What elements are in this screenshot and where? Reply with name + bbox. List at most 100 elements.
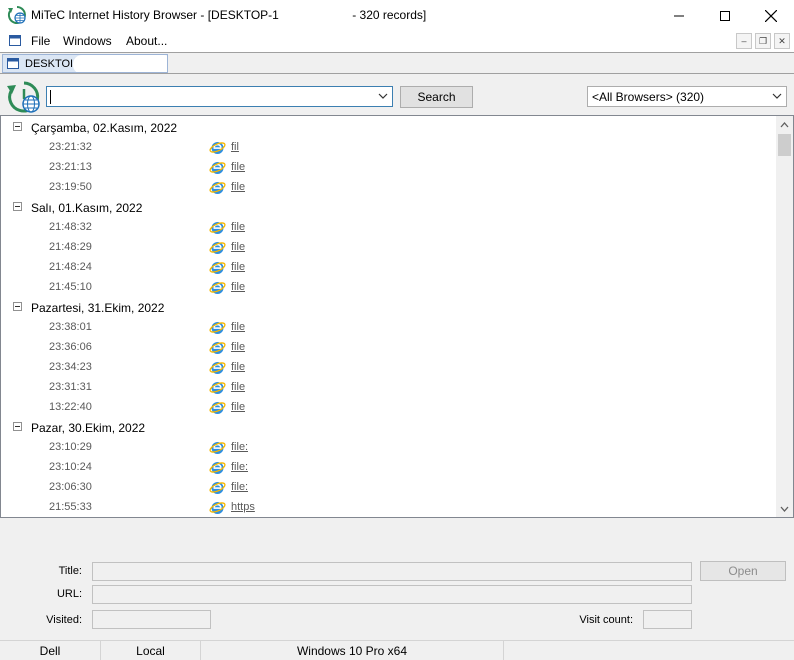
entry-url-link[interactable]: https [231,501,255,513]
entry-url-link[interactable]: file [231,381,245,393]
browser-filter-select[interactable]: <All Browsers> (320) [587,86,787,107]
internet-explorer-icon [209,482,226,494]
mdi-minimize-button[interactable]: ‒ [736,33,752,49]
entry-url-link[interactable]: file [231,401,245,413]
history-entry-row[interactable]: 13:22:40 file [1,397,773,417]
collapse-toggle[interactable] [13,422,22,431]
history-entry-row[interactable]: 23:21:13 file [1,157,773,177]
status-pane-os: Windows 10 Pro x64 [201,641,504,660]
status-bar: Dell Local Windows 10 Pro x64 [0,640,794,660]
entry-url-link[interactable]: fil [231,141,239,153]
entry-url-link[interactable]: file: [231,461,248,473]
collapse-toggle[interactable] [13,122,22,131]
title-label: Title: [58,565,82,577]
mdi-close-button[interactable]: ✕ [774,33,790,49]
entry-url-link[interactable]: file [231,181,245,193]
mdi-document-tab[interactable]: DESKTOI [2,54,168,73]
collapse-toggle[interactable] [13,302,22,311]
internet-explorer-icon [209,262,226,274]
date-group-label: Pazartesi, 31.Ekim, 2022 [31,301,165,315]
date-group-row[interactable]: Çarşamba, 02.Kasım, 2022 [1,117,773,137]
entry-url-link[interactable]: file [231,321,245,333]
entry-url-link[interactable]: file [231,281,245,293]
tab-label: DESKTOI [25,57,74,70]
search-button[interactable]: Search [400,86,473,108]
scroll-down-button[interactable] [776,500,793,517]
close-button[interactable] [748,0,794,31]
history-entry-row[interactable]: 23:36:06 file [1,337,773,357]
scroll-up-button[interactable] [776,116,793,133]
internet-explorer-icon [209,282,226,294]
history-entry-row[interactable]: 23:21:32 fil [1,137,773,157]
chevron-down-icon [772,93,782,99]
minimize-button[interactable] [656,0,702,31]
entry-time: 21:48:29 [49,241,92,253]
document-window-icon [7,58,19,69]
entry-url-link[interactable]: file [231,261,245,273]
entry-url-link[interactable]: file: [231,481,248,493]
date-group-row[interactable]: Pazartesi, 31.Ekim, 2022 [1,297,773,317]
internet-explorer-icon [209,242,226,254]
entry-url-link[interactable]: file: [231,441,248,453]
history-entry-row[interactable]: 21:48:29 file [1,237,773,257]
history-entry-row[interactable]: 23:10:24 file: [1,457,773,477]
maximize-icon [720,10,730,21]
history-entry-row[interactable]: 23:19:50 file [1,177,773,197]
entry-time: 21:48:24 [49,261,92,273]
entry-url-link[interactable]: file [231,161,245,173]
history-entry-row[interactable]: 23:31:31 file [1,377,773,397]
history-entry-row[interactable]: 21:45:10 file [1,277,773,297]
minimize-icon [674,15,684,16]
title-bar: MiTeC Internet History Browser - [DESKTO… [0,0,794,31]
date-group-row[interactable]: Salı, 01.Kasım, 2022 [1,197,773,217]
history-entry-row[interactable]: 23:10:29 file: [1,437,773,457]
mdi-restore-button[interactable]: ❐ [755,33,771,49]
status-pane-source: Local [101,641,201,660]
visited-field[interactable] [92,610,211,629]
maximize-button[interactable] [702,0,748,31]
entry-time: 23:38:01 [49,321,92,333]
menu-about[interactable]: About... [126,34,167,48]
history-tree[interactable]: Çarşamba, 02.Kasım, 2022 23:21:32 fil 23:21… [0,115,794,518]
title-field[interactable] [92,562,692,581]
visit-count-field[interactable] [643,610,692,629]
mdi-tab-strip: DESKTOI [0,52,794,74]
search-toolbar: Search <All Browsers> (320) [0,75,794,115]
entry-time: 21:45:10 [49,281,92,293]
internet-explorer-icon [209,142,226,154]
internet-explorer-icon [209,382,226,394]
internet-explorer-icon [209,342,226,354]
vertical-scrollbar[interactable] [776,116,793,517]
entry-url-link[interactable]: file [231,341,245,353]
entry-time: 23:19:50 [49,181,92,193]
collapse-toggle[interactable] [13,202,22,211]
url-field[interactable] [92,585,692,604]
entry-url-link[interactable]: file [231,241,245,253]
document-window-icon[interactable] [9,35,21,46]
entry-time: 21:55:33 [49,501,92,513]
redacted-area [73,55,167,72]
history-entry-row[interactable]: 23:06:30 file: [1,477,773,497]
history-entry-row[interactable]: 21:48:24 file [1,257,773,277]
minimize-icon: ‒ [741,36,747,46]
entry-time: 23:36:06 [49,341,92,353]
entry-time: 23:21:32 [49,141,92,153]
history-entry-row[interactable]: 21:55:33 https [1,497,773,517]
open-button[interactable]: Open [700,561,786,581]
date-group-row[interactable]: Pazar, 30.Ekim, 2022 [1,417,773,437]
url-label: URL: [56,588,82,600]
search-input[interactable] [46,86,393,107]
entry-url-link[interactable]: file [231,221,245,233]
history-entry-row[interactable]: 23:34:23 file [1,357,773,377]
chevron-down-icon[interactable] [378,93,388,100]
history-entry-row[interactable]: 21:48:32 file [1,217,773,237]
scrollbar-thumb[interactable] [778,134,791,156]
close-icon: ✕ [778,35,786,46]
entry-time: 23:06:30 [49,481,92,493]
menu-windows[interactable]: Windows [63,34,112,48]
history-entry-row[interactable]: 23:38:01 file [1,317,773,337]
entry-url-link[interactable]: file [231,361,245,373]
entry-time: 21:48:32 [49,221,92,233]
menu-file[interactable]: File [31,34,50,48]
detail-panel: Title: Open URL: Visited: Visit count: [0,518,794,640]
